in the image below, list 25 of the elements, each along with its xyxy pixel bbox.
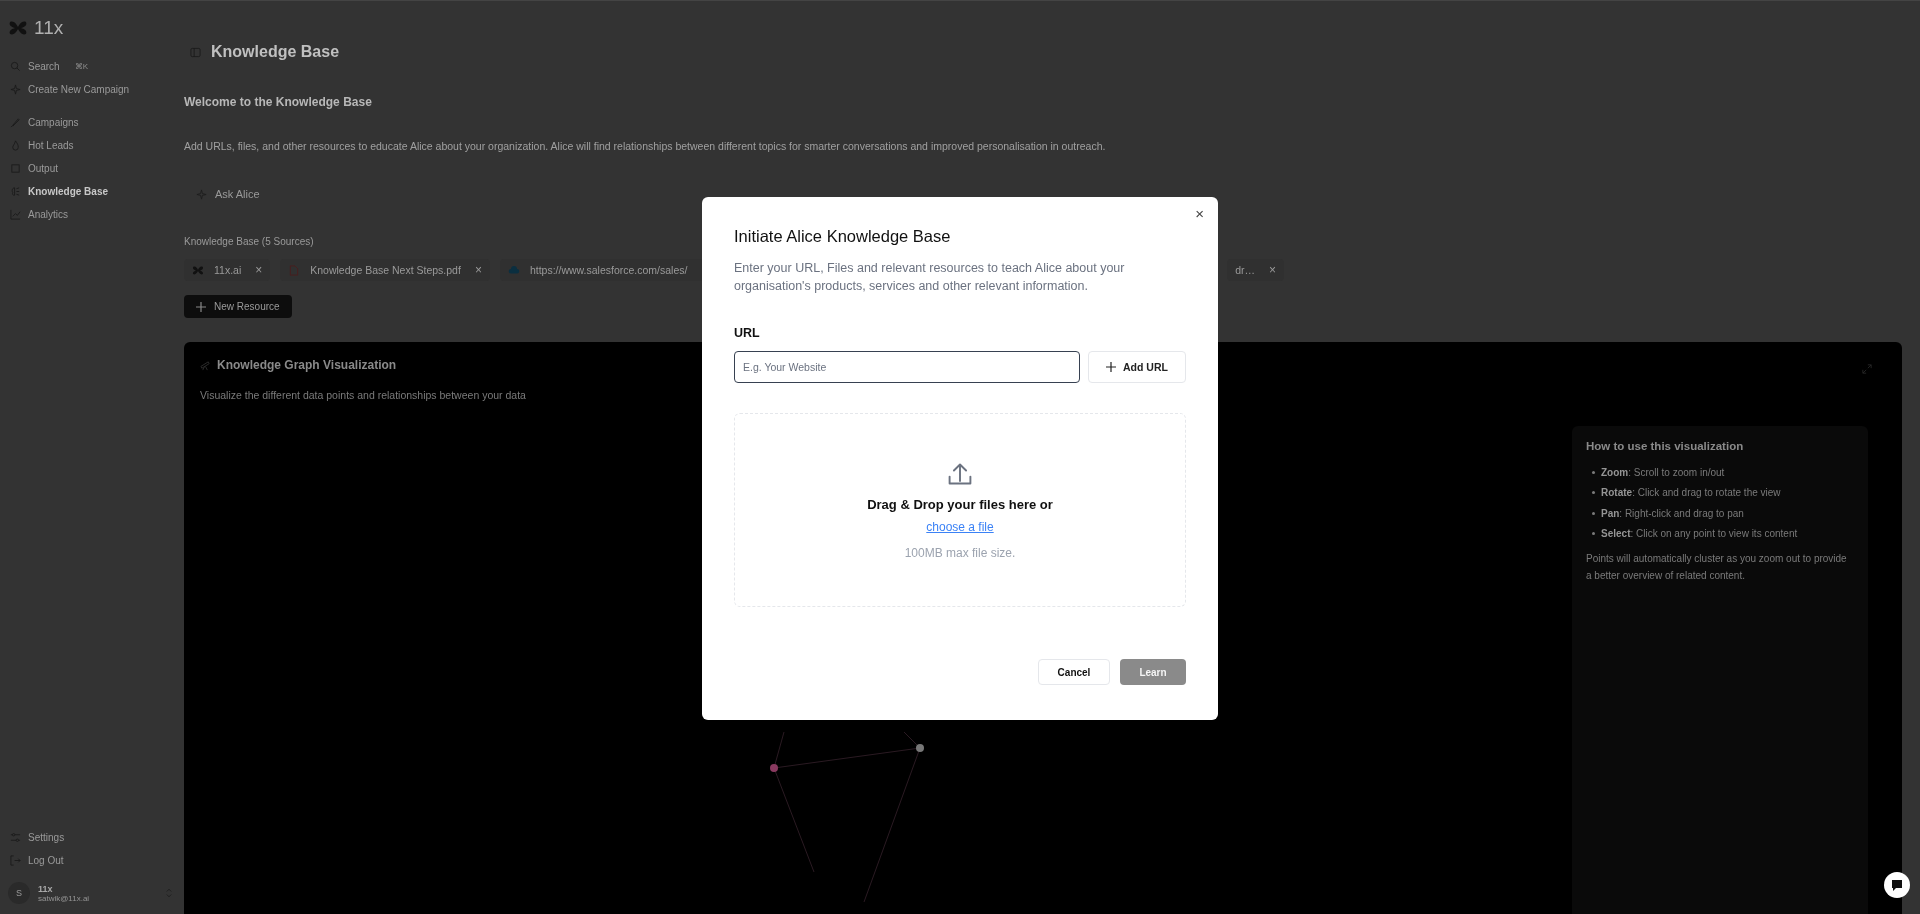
help-item: Select: Click on any point to view its content — [1601, 528, 1798, 540]
welcome-heading: Welcome to the Knowledge Base — [184, 95, 372, 109]
avatar: S — [8, 882, 30, 904]
page-description: Add URLs, files, and other resources to educate Alice about your organization. Alice will find relationships between different topics for smarter conversations and improved personalisation in outreach. — [184, 140, 1107, 152]
help-title: How to use this visualization — [1586, 440, 1745, 452]
sources-label: Knowledge Base (5 Sources) — [184, 236, 314, 247]
graph-subtitle: Visualize the different data points and relationships between your data — [200, 389, 526, 401]
source-name: https://www.salesforce.com/sales/ — [529, 264, 688, 276]
help-item: Rotate: Click and drag to rotate the view — [1601, 487, 1781, 499]
help-item: Pan: Right-click and drag to pan — [1601, 507, 1744, 519]
graph-title: Knowledge Graph Visualization — [217, 358, 397, 372]
url-label: URL — [734, 326, 761, 340]
source-name: dr… — [1235, 264, 1255, 276]
help-note: Points will automatically cluster as you zoom out to provide a better overview of related content. — [1586, 552, 1848, 583]
drop-text: Drag & Drop your files here or — [867, 496, 1053, 512]
user-name: 11x — [38, 883, 54, 894]
modal-description: Enter your URL, Files and relevant resources to teach Alice about your organisation's products, services and other relevant information. — [734, 260, 1126, 295]
logo-text: 11x — [34, 17, 64, 39]
help-item: Zoom: Scroll to zoom in/out — [1601, 466, 1725, 478]
size-limit-text: 100MB max file size. — [904, 545, 1016, 560]
modal-title: Initiate Alice Knowledge Base — [734, 227, 952, 246]
user-email: satwik@11x.ai — [38, 893, 91, 903]
source-name: 11x.ai — [214, 264, 242, 276]
source-name: Knowledge Base Next Steps.pdf — [310, 264, 461, 276]
page-title: Knowledge Base — [211, 43, 340, 61]
